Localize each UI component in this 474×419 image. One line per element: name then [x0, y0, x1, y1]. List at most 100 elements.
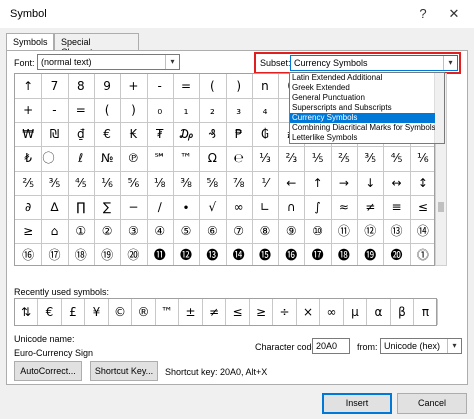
tab-special-characters[interactable]: Special Characters [54, 33, 139, 57]
subset-option[interactable]: Combining Diacritical Marks for Symbols [290, 123, 435, 133]
symbol-cell[interactable]: → [331, 171, 357, 195]
symbol-cell[interactable]: ℓ [68, 146, 94, 170]
symbol-cell[interactable]: ⑯ [15, 243, 41, 265]
symbol-cell[interactable]: ⅖ [15, 171, 41, 195]
symbol-cell[interactable]: ∆ [41, 195, 67, 219]
cancel-button[interactable]: Cancel [397, 393, 467, 414]
recent-symbol[interactable]: ≠ [203, 299, 226, 325]
symbol-cell[interactable]: ⅝ [199, 171, 225, 195]
symbol-cell[interactable]: ⓵ [410, 243, 434, 265]
subset-options-list[interactable]: Latin Extended Additional Greek Extended G… [289, 72, 445, 144]
symbol-cell[interactable]: ↑ [304, 171, 330, 195]
symbol-cell[interactable]: ⅔ [278, 146, 304, 170]
recent-symbol[interactable]: ™ [156, 299, 179, 325]
symbol-cell[interactable]: ⅜ [173, 171, 199, 195]
symbol-cell[interactable]: ⅘ [383, 146, 409, 170]
symbol-cell[interactable]: 9 [94, 74, 120, 98]
symbol-cell[interactable]: ⑤ [173, 219, 199, 243]
recent-symbol[interactable]: © [109, 299, 132, 325]
recent-symbol[interactable]: ≤ [227, 299, 250, 325]
symbol-cell[interactable]: ℠ [147, 146, 173, 170]
symbol-cell[interactable]: ₭ [120, 122, 146, 146]
subset-option[interactable]: Greek Extended [290, 83, 435, 93]
symbol-cell[interactable]: ⑭ [410, 219, 434, 243]
symbol-cell[interactable]: ≡ [383, 195, 409, 219]
symbol-cell[interactable]: ② [94, 219, 120, 243]
symbol-cell[interactable]: ₂ [199, 98, 225, 122]
symbol-cell[interactable]: ① [68, 219, 94, 243]
font-dropdown[interactable]: (normal text) ▾ [37, 54, 180, 70]
symbol-cell[interactable]: ⑪ [331, 219, 357, 243]
recent-symbol[interactable]: ÷ [274, 299, 297, 325]
symbol-cell[interactable]: ≤ [410, 195, 434, 219]
symbol-cell[interactable]: Ω [199, 146, 225, 170]
symbol-cell[interactable]: + [120, 74, 146, 98]
symbol-cell[interactable]: ™ [173, 146, 199, 170]
symbol-cell[interactable]: ⓫ [147, 243, 173, 265]
symbol-cell[interactable]: ₄ [252, 98, 278, 122]
symbol-cell[interactable]: ∩ [278, 195, 304, 219]
recent-symbol[interactable]: π [415, 299, 438, 325]
symbol-cell[interactable]: ∞ [226, 195, 252, 219]
symbol-cell[interactable]: 8 [68, 74, 94, 98]
symbol-cell[interactable]: ⑳ [120, 243, 146, 265]
subset-option[interactable]: Superscripts and Subscripts [290, 103, 435, 113]
symbol-cell[interactable]: ₀ [147, 98, 173, 122]
symbol-cell[interactable]: ⓲ [331, 243, 357, 265]
symbol-cell[interactable]: + [15, 98, 41, 122]
insert-button[interactable]: Insert [322, 393, 392, 414]
symbol-cell[interactable]: € [94, 122, 120, 146]
symbol-cell[interactable]: ⑲ [94, 243, 120, 265]
subset-option[interactable]: Latin Extended Additional [290, 73, 435, 83]
character-code-input[interactable]: 20A0 [312, 338, 350, 354]
symbol-cell[interactable]: ℗ [120, 146, 146, 170]
recent-symbol[interactable]: × [297, 299, 320, 325]
symbol-cell[interactable]: ⓳ [357, 243, 383, 265]
symbol-cell[interactable]: ⑨ [278, 219, 304, 243]
symbol-cell[interactable]: ⅘ [68, 171, 94, 195]
symbol-cell[interactable]: = [68, 98, 94, 122]
recent-symbol[interactable]: ± [180, 299, 203, 325]
symbol-cell[interactable]: ₁ [173, 98, 199, 122]
symbol-cell[interactable]: ( [94, 98, 120, 122]
symbol-cell[interactable]: ⑬ [383, 219, 409, 243]
symbol-cell[interactable]: − [120, 195, 146, 219]
symbol-cell[interactable]: ⅖ [331, 146, 357, 170]
symbol-cell[interactable]: - [147, 74, 173, 98]
symbol-cell[interactable]: ④ [147, 219, 173, 243]
symbol-cell[interactable]: ↕ [410, 171, 434, 195]
recent-symbol[interactable]: α [368, 299, 391, 325]
symbol-cell[interactable]: = [173, 74, 199, 98]
symbol-cell[interactable]: ← [278, 171, 304, 195]
recent-symbol[interactable]: £ [62, 299, 85, 325]
symbol-cell[interactable]: ⓬ [173, 243, 199, 265]
symbol-cell[interactable]: ⅟ [252, 171, 278, 195]
symbol-cell[interactable]: ₮ [147, 122, 173, 146]
symbol-cell[interactable]: ⑫ [357, 219, 383, 243]
subset-option[interactable]: Currency Symbols [290, 113, 435, 123]
symbol-cell[interactable]: 7 [41, 74, 67, 98]
symbol-cell[interactable]: ₫ [68, 122, 94, 146]
recent-symbol[interactable]: µ [344, 299, 367, 325]
symbol-cell[interactable]: ⓱ [304, 243, 330, 265]
symbol-cell[interactable]: ⓭ [199, 243, 225, 265]
symbol-cell[interactable]: ∫ [304, 195, 330, 219]
symbol-cell[interactable]: ₃ [226, 98, 252, 122]
symbol-cell[interactable]: ③ [120, 219, 146, 243]
symbol-cell[interactable]: ) [226, 74, 252, 98]
help-icon[interactable]: ? [413, 4, 433, 24]
symbol-cell[interactable]: ₪ [41, 122, 67, 146]
symbol-cell[interactable]: ⅛ [147, 171, 173, 195]
from-dropdown[interactable]: Unicode (hex) ▾ [380, 338, 462, 354]
recent-symbol[interactable]: € [39, 299, 62, 325]
options-scrollbar[interactable] [434, 73, 444, 143]
symbol-cell[interactable]: ₱ [226, 122, 252, 146]
recent-symbol[interactable]: ⇅ [15, 299, 38, 325]
recent-symbol[interactable]: ∞ [321, 299, 344, 325]
symbol-cell[interactable]: ( [199, 74, 225, 98]
symbol-cell[interactable]: ⓮ [226, 243, 252, 265]
symbol-cell[interactable]: ⑰ [41, 243, 67, 265]
symbol-cell[interactable]: ) [120, 98, 146, 122]
symbol-cell[interactable]: ∟ [252, 195, 278, 219]
symbol-cell[interactable]: ⑦ [226, 219, 252, 243]
